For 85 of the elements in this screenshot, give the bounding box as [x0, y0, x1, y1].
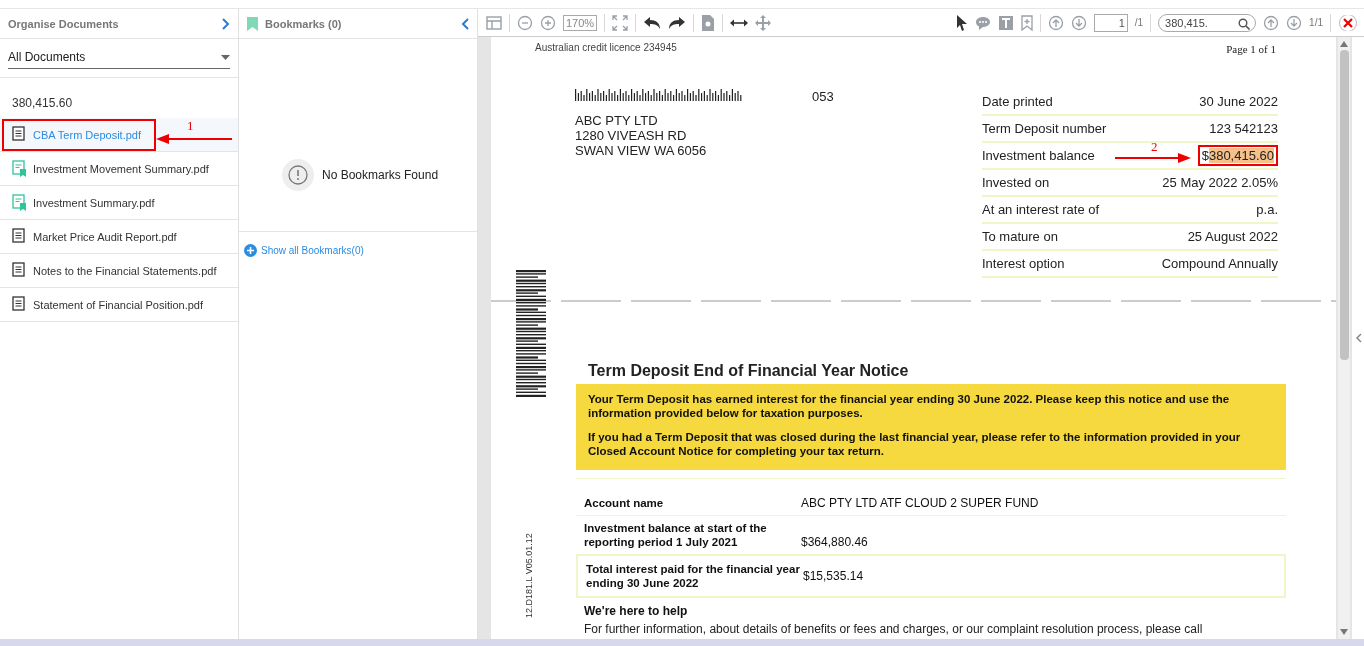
summary-value: $364,880.46	[801, 535, 868, 549]
zoom-in-icon[interactable]	[540, 14, 556, 31]
search-highlight: 380,415.60	[1208, 148, 1274, 163]
annotation-number: 2	[1151, 139, 1158, 155]
document-item[interactable]: Market Price Audit Report.pdf	[0, 220, 238, 254]
bookmarked-document-icon	[12, 194, 27, 211]
bookmark-icon	[247, 16, 258, 31]
detail-value: $	[1201, 148, 1209, 163]
chevron-left-icon[interactable]	[1354, 333, 1362, 343]
detail-label: Interest option	[982, 256, 1065, 271]
document-text: Australian credit licence 234945	[535, 42, 677, 54]
document-icon	[12, 262, 27, 279]
document-icon	[12, 296, 27, 313]
address-line: ABC PTY LTD	[575, 113, 659, 128]
panel-toggle-icon[interactable]	[486, 14, 502, 31]
document-code: 12.D181.L V05.01.12	[524, 532, 534, 618]
plus-icon	[244, 244, 257, 257]
scrollbar[interactable]	[1338, 37, 1350, 639]
next-page-icon[interactable]	[1070, 14, 1087, 31]
text-tool-icon[interactable]	[997, 14, 1014, 31]
summary-value: $15,535.14	[803, 569, 864, 583]
notice-paragraph: Your Term Deposit has earned interest for the financial year ending 30 June 2022. Please keep this notice and use the information provided below for taxation purposes.	[588, 392, 1231, 420]
search-icon[interactable]	[1238, 17, 1251, 30]
fullscreen-icon[interactable]	[612, 14, 629, 31]
page-number-field[interactable]: 1	[1093, 13, 1128, 32]
detail-label: At an interest rate of	[982, 202, 1100, 217]
detail-value: p.a.	[1256, 202, 1278, 217]
search-field[interactable]: 380,415.	[1158, 13, 1257, 32]
scroll-up-icon[interactable]	[1340, 41, 1348, 47]
document-text: For further information, about details of benefits or fees and charges, or our complaint resolution process, please call	[584, 622, 1204, 636]
detail-value: 30 June 2022	[1199, 94, 1278, 109]
summary-label: Investment balance at start of the reporting period 1 July 2021	[584, 521, 768, 549]
detail-value: Compound Annually	[1161, 256, 1278, 271]
annotation-number: 1	[187, 118, 194, 134]
previous-page-icon[interactable]	[1047, 14, 1064, 31]
previous-match-icon[interactable]	[1263, 14, 1280, 31]
undo-icon[interactable]	[643, 14, 662, 31]
detail-value: 25 May 2022 2.05%	[1162, 175, 1278, 190]
zoom-out-icon[interactable]	[517, 14, 533, 31]
page-total: /1	[1134, 17, 1144, 28]
section-heading: We're here to help	[584, 604, 689, 618]
detail-label: To mature on	[982, 229, 1058, 244]
caret-down-icon	[221, 54, 230, 60]
document-item[interactable]: Notes to the Financial Statements.pdf	[0, 254, 238, 288]
document-filter-dropdown[interactable]: All Documents	[8, 47, 230, 69]
document-item[interactable]: Investment Movement Summary.pdf	[0, 152, 238, 186]
chevron-left-icon[interactable]	[461, 17, 469, 30]
close-icon[interactable]	[1338, 14, 1358, 31]
scroll-down-icon[interactable]	[1340, 629, 1348, 635]
document-item[interactable]: Statement of Financial Position.pdf	[0, 288, 238, 322]
summary-label: Account name	[584, 496, 665, 510]
document-settings-icon[interactable]	[701, 14, 716, 31]
summary-value: ABC PTY LTD ATF CLOUD 2 SUPER FUND	[801, 496, 1039, 510]
empty-message: No Bookmarks Found	[322, 168, 439, 182]
search-term: 380,415.60	[11, 95, 74, 112]
match-count: 1/1	[1309, 17, 1323, 28]
detail-label: Date printed	[982, 94, 1053, 109]
document-item[interactable]: Investment Summary.pdf	[0, 186, 238, 220]
next-match-icon[interactable]	[1286, 14, 1303, 31]
zoom-level-field[interactable]: 170%	[563, 14, 598, 31]
summary-label: Total interest paid for the financial year ending 30 June 2022	[586, 562, 801, 590]
show-all-bookmarks-link[interactable]: Show all Bookmarks(0)	[239, 232, 477, 269]
detail-label: Invested on	[982, 175, 1050, 190]
chevron-right-icon[interactable]	[222, 17, 230, 30]
bookmarked-document-icon	[12, 160, 27, 177]
bookmark-add-icon[interactable]	[1020, 14, 1033, 31]
address-line: 1280 VIVEASH RD	[575, 128, 688, 143]
panel-title: Organise Documents	[8, 17, 119, 30]
page-label: Page 1 of 1	[1226, 43, 1276, 55]
notice-paragraph: If you had a Term Deposit that was closed during the last financial year, please refer to the information provided in your Closed Account Notice for completing your tax return.	[588, 430, 1242, 458]
detail-label: Term Deposit number	[982, 121, 1107, 136]
notice-title: Term Deposit End of Financial Year Notice	[588, 362, 910, 380]
comment-icon[interactable]	[974, 14, 991, 31]
pointer-icon[interactable]	[955, 14, 968, 31]
redo-icon[interactable]	[668, 14, 687, 31]
document-code: 053	[812, 89, 835, 106]
info-icon	[282, 159, 314, 191]
detail-value: 123 542123	[1209, 121, 1278, 136]
document-icon	[12, 126, 27, 143]
panel-title: Bookmarks (0)	[265, 17, 342, 30]
address-line: SWAN VIEW WA 6056	[575, 143, 708, 158]
document-icon	[12, 228, 27, 245]
detail-value: 25 August 2022	[1187, 229, 1278, 244]
pan-icon[interactable]	[755, 14, 772, 31]
detail-label: Investment balance	[982, 148, 1095, 163]
